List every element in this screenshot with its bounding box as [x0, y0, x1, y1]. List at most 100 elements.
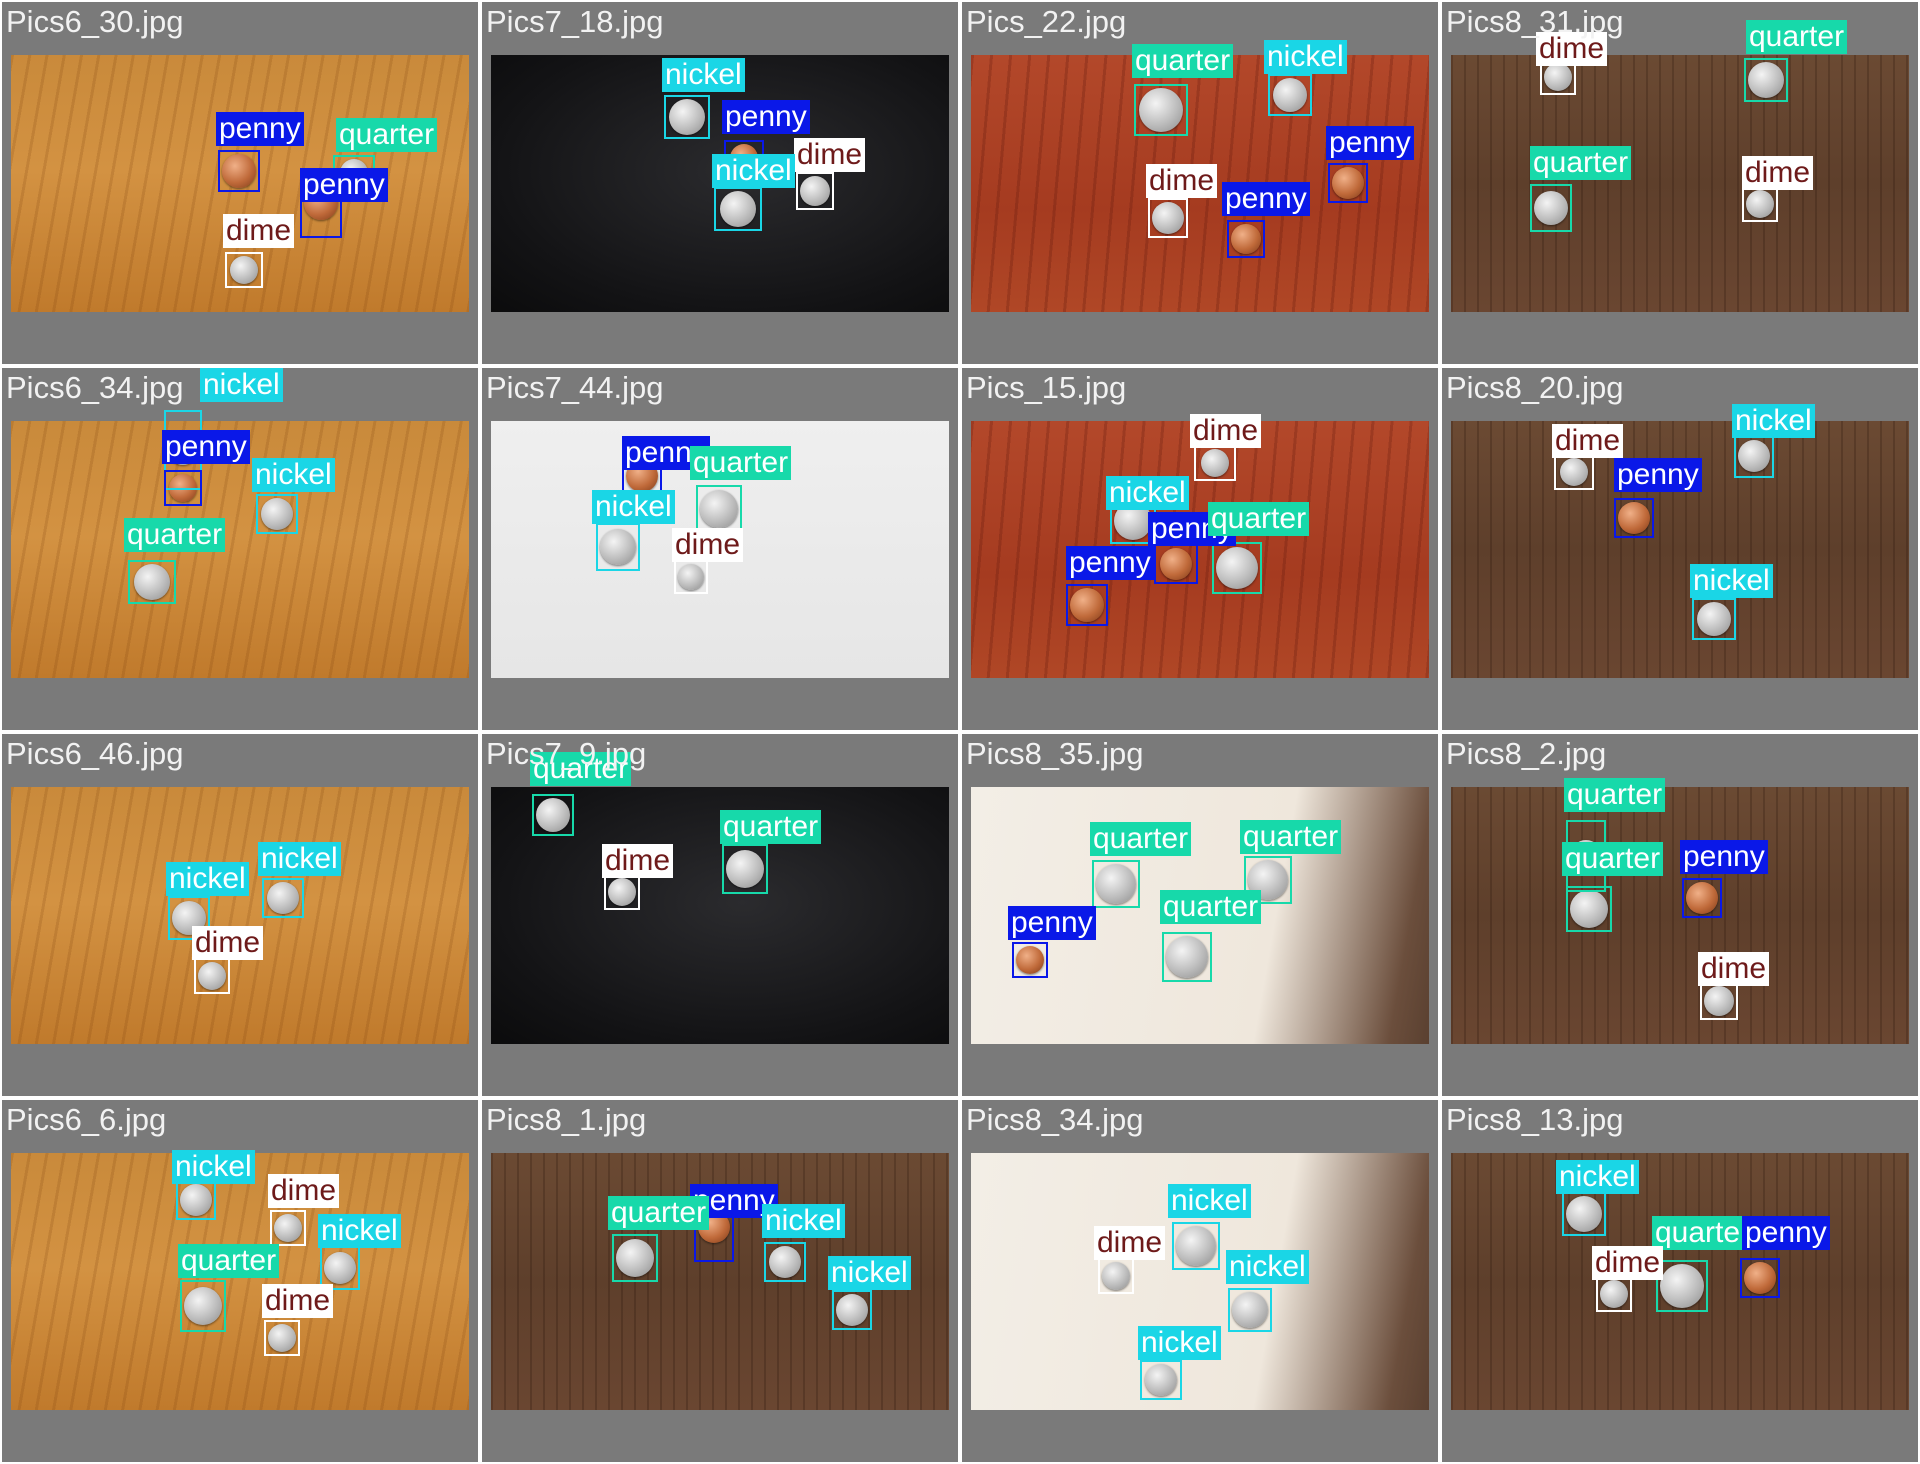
penny-class-label: penny [1326, 126, 1414, 160]
image-tile[interactable]: Pics6_6.jpg nickel dime nickel quarter dime [2, 1100, 478, 1462]
penny-bounding-box [1328, 163, 1368, 203]
penny-class-label: penny [1680, 840, 1768, 874]
penny-bounding-box [1614, 498, 1654, 538]
penny-bounding-box [218, 150, 260, 192]
image-tile[interactable]: Pics8_2.jpg quarter quarter penny dime [1442, 734, 1918, 1096]
filename-label: Pics_22.jpg [966, 4, 1127, 39]
dime-bounding-box [1148, 198, 1188, 238]
filename-label: Pics6_6.jpg [6, 1102, 167, 1137]
quarter-class-label: quarter [1652, 1216, 1754, 1250]
image-tile[interactable]: Pics7_18.jpg nickel penny dime nickel [482, 2, 958, 364]
nickel-bounding-box [1228, 1288, 1272, 1332]
quarter-bounding-box [1744, 58, 1788, 102]
filename-label: Pics6_30.jpg [6, 4, 184, 39]
nickel-class-label: nickel [166, 862, 249, 896]
dime-bounding-box [225, 252, 263, 288]
dime-class-label: dime [794, 138, 866, 172]
quarter-bounding-box [1134, 84, 1188, 136]
nickel-class-label: nickel [1168, 1184, 1251, 1218]
dime-class-label: dime [1742, 156, 1814, 190]
penny-class-label: penny [1614, 458, 1702, 492]
nickel-class-label: nickel [200, 368, 283, 402]
dime-bounding-box [1554, 454, 1594, 490]
dime-class-label: dime [1146, 164, 1218, 198]
nickel-class-label: nickel [258, 842, 341, 876]
penny-class-label: penny [1222, 182, 1310, 216]
dime-bounding-box [796, 172, 834, 210]
dime-class-label: dime [1552, 424, 1624, 458]
quarter-class-label: quarter [178, 1244, 280, 1278]
dime-class-label: dime [262, 1284, 334, 1318]
filename-label: Pics8_34.jpg [966, 1102, 1144, 1137]
dime-class-label: dime [1592, 1246, 1664, 1280]
nickel-bounding-box [1692, 598, 1736, 640]
nickel-bounding-box [1268, 74, 1312, 116]
quarter-class-label: quarter [1208, 502, 1310, 536]
nickel-bounding-box [596, 523, 640, 571]
penny-bounding-box [1740, 1258, 1780, 1298]
nickel-class-label: nickel [1732, 404, 1815, 438]
quarter-class-label: quarter [1132, 44, 1234, 78]
nickel-class-label: nickel [1556, 1160, 1639, 1194]
nickel-bounding-box [832, 1290, 872, 1330]
quarter-bounding-box [1092, 860, 1140, 908]
quarter-bounding-box [128, 560, 176, 604]
dime-bounding-box [1098, 1258, 1134, 1294]
quarter-class-label: quarter [720, 810, 822, 844]
dime-class-label: dime [1698, 952, 1770, 986]
image-tile[interactable]: Pics8_20.jpg dime nickel penny nickel [1442, 368, 1918, 730]
quarter-bounding-box [722, 844, 768, 894]
penny-class-label: penny [216, 112, 304, 146]
nickel-class-label: nickel [828, 1256, 911, 1290]
quarter-class-label: quarter [1562, 842, 1664, 876]
quarter-class-label: quarter [608, 1196, 710, 1230]
dime-bounding-box [264, 1320, 300, 1356]
nickel-bounding-box [176, 1180, 216, 1220]
nickel-bounding-box [764, 1242, 806, 1282]
nickel-class-label: nickel [1226, 1250, 1309, 1284]
nickel-class-label: nickel [1690, 564, 1773, 598]
nickel-class-label: nickel [662, 58, 745, 92]
sample-photo [1451, 787, 1909, 1044]
detection-grid: Pics6_30.jpg penny quarter penny dime Pics7_1… [0, 0, 1920, 1464]
quarter-class-label: quarter [1240, 820, 1342, 854]
filename-label: Pics7_18.jpg [486, 4, 664, 39]
nickel-class-label: nickel [762, 1204, 845, 1238]
quarter-bounding-box [532, 794, 574, 836]
image-tile[interactable]: Pics7_9.jpg quarter quarter dime [482, 734, 958, 1096]
image-tile[interactable]: Pics8_31.jpg dime quarter quarter dime [1442, 2, 1918, 364]
dime-class-label: dime [1094, 1226, 1166, 1260]
image-tile[interactable]: Pics7_44.jpg penny quarter nickel dime [482, 368, 958, 730]
dime-class-label: dime [268, 1174, 340, 1208]
quarter-bounding-box [180, 1280, 226, 1332]
image-tile[interactable]: Pics8_34.jpg nickel dime nickel nickel [962, 1100, 1438, 1462]
image-tile[interactable]: Pics8_13.jpg nickel quarter penny dime [1442, 1100, 1918, 1462]
penny-bounding-box [1066, 584, 1108, 626]
penny-bounding-box [164, 470, 202, 506]
image-tile[interactable]: Pics6_46.jpg nickel nickel dime [2, 734, 478, 1096]
nickel-bounding-box [714, 187, 762, 231]
penny-class-label: penny [1066, 546, 1154, 580]
image-tile[interactable]: Pics6_34.jpg nickel penny nickel quarter [2, 368, 478, 730]
sample-photo [1451, 55, 1909, 312]
nickel-bounding-box [1172, 1222, 1220, 1270]
quarter-bounding-box [1566, 886, 1612, 932]
filename-label: Pics8_35.jpg [966, 736, 1144, 771]
quarter-bounding-box [696, 485, 742, 533]
quarter-class-label: quarter [336, 118, 438, 152]
image-tile[interactable]: Pics_15.jpg dime nickel penny quarter penny [962, 368, 1438, 730]
nickel-class-label: nickel [712, 154, 795, 188]
penny-bounding-box [1227, 220, 1265, 258]
nickel-bounding-box [1140, 1360, 1182, 1400]
image-tile[interactable]: Pics_22.jpg quarter nickel penny dime penny [962, 2, 1438, 364]
dime-bounding-box [674, 560, 708, 594]
penny-class-label: penny [1008, 906, 1096, 940]
penny-bounding-box [1682, 878, 1722, 918]
sample-photo [11, 1153, 469, 1410]
image-tile[interactable]: Pics8_35.jpg quarter quarter quarter penny [962, 734, 1438, 1096]
image-tile[interactable]: Pics8_1.jpg penny quarter nickel nickel [482, 1100, 958, 1462]
dime-bounding-box [1742, 186, 1778, 222]
image-tile[interactable]: Pics6_30.jpg penny quarter penny dime [2, 2, 478, 364]
nickel-class-label: nickel [1138, 1326, 1221, 1360]
filename-label: Pics6_46.jpg [6, 736, 184, 771]
